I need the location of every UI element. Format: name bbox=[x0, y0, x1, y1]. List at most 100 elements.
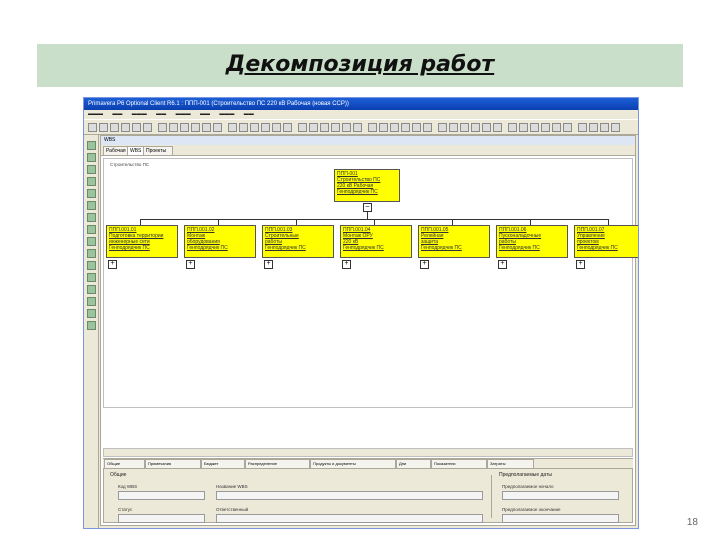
toolbar-button-icon[interactable] bbox=[121, 123, 130, 132]
toolbar-button-icon[interactable] bbox=[143, 123, 152, 132]
toolbar-button-icon[interactable] bbox=[110, 123, 119, 132]
sidebar-tool-icon[interactable] bbox=[87, 153, 96, 162]
toolbar-button-icon[interactable] bbox=[239, 123, 248, 132]
toolbar-button-icon[interactable] bbox=[438, 123, 447, 132]
responsible-field[interactable] bbox=[216, 514, 483, 523]
toolbar-button-icon[interactable] bbox=[493, 123, 502, 132]
toolbar-button-icon[interactable] bbox=[412, 123, 421, 132]
node-line: Генподрядчик ПС bbox=[109, 245, 150, 251]
toolbar-button-icon[interactable] bbox=[298, 123, 307, 132]
toolbar-button-icon[interactable] bbox=[331, 123, 340, 132]
toolbar-button-icon[interactable] bbox=[213, 123, 222, 132]
status-select[interactable] bbox=[118, 514, 205, 523]
toolbar-button-icon[interactable] bbox=[202, 123, 211, 132]
sidebar-tool-icon[interactable] bbox=[87, 141, 96, 150]
toolbar-button-icon[interactable] bbox=[99, 123, 108, 132]
wbs-child-node[interactable]: ППП.001.04 Монтаж ОРУ 220 кВ Генподрядчик П… bbox=[340, 225, 412, 258]
menu-item[interactable]: ▬▬▬ bbox=[132, 111, 147, 117]
toolbar-button-icon[interactable] bbox=[342, 123, 351, 132]
horizontal-scrollbar[interactable] bbox=[103, 448, 633, 457]
toolbar-button-icon[interactable] bbox=[250, 123, 259, 132]
toolbar-button-icon[interactable] bbox=[552, 123, 561, 132]
tab-projects[interactable]: Проекты bbox=[143, 146, 173, 155]
menu-item[interactable]: ▬▬▬ bbox=[219, 111, 234, 117]
toolbar-button-icon[interactable] bbox=[191, 123, 200, 132]
toolbar-button-icon[interactable] bbox=[611, 123, 620, 132]
toolbar-button-icon[interactable] bbox=[132, 123, 141, 132]
sidebar-tool-icon[interactable] bbox=[87, 225, 96, 234]
wbs-code-field[interactable] bbox=[118, 491, 205, 500]
toolbar-button-icon[interactable] bbox=[368, 123, 377, 132]
window-titlebar[interactable]: Primavera P6 Optional Client R6.1 : ППП-… bbox=[84, 98, 638, 110]
sidebar-tool-icon[interactable] bbox=[87, 177, 96, 186]
expand-node-button[interactable]: + bbox=[498, 260, 507, 269]
expand-node-button[interactable]: + bbox=[264, 260, 273, 269]
expand-node-button[interactable]: + bbox=[186, 260, 195, 269]
anticipated-finish-field[interactable] bbox=[502, 514, 619, 523]
toolbar-button-icon[interactable] bbox=[563, 123, 572, 132]
toolbar-button-icon[interactable] bbox=[158, 123, 167, 132]
sidebar-tool-icon[interactable] bbox=[87, 189, 96, 198]
toolbar-button-icon[interactable] bbox=[508, 123, 517, 132]
menu-item[interactable]: ▬▬ bbox=[156, 111, 166, 117]
menu-item[interactable]: ▬▬ bbox=[200, 111, 210, 117]
sidebar-tool-icon[interactable] bbox=[87, 297, 96, 306]
toolbar-button-icon[interactable] bbox=[578, 123, 587, 132]
sidebar-tool-icon[interactable] bbox=[87, 165, 96, 174]
sidebar-tool-icon[interactable] bbox=[87, 237, 96, 246]
wbs-root-node[interactable]: ППП-001 Строительство ПС 220 кВ Рабочая … bbox=[334, 169, 400, 202]
toolbar-button-icon[interactable] bbox=[460, 123, 469, 132]
sidebar-tool-icon[interactable] bbox=[87, 321, 96, 330]
app-window: Primavera P6 Optional Client R6.1 : ППП-… bbox=[83, 97, 639, 529]
toolbar-button-icon[interactable] bbox=[449, 123, 458, 132]
sidebar-tool-icon[interactable] bbox=[87, 285, 96, 294]
anticipated-start-field[interactable] bbox=[502, 491, 619, 500]
menubar[interactable]: ▬▬▬ ▬▬ ▬▬▬ ▬▬ ▬▬▬ ▬▬ ▬▬▬ ▬▬ bbox=[84, 110, 638, 119]
collapse-root-button[interactable]: – bbox=[363, 203, 372, 212]
toolbar-button-icon[interactable] bbox=[261, 123, 270, 132]
expand-node-button[interactable]: + bbox=[342, 260, 351, 269]
toolbar-button-icon[interactable] bbox=[401, 123, 410, 132]
expand-node-button[interactable]: + bbox=[420, 260, 429, 269]
wbs-child-node[interactable]: ППП.001.02 Монтаж оборудования Генподрядчик… bbox=[184, 225, 256, 258]
toolbar-button-icon[interactable] bbox=[309, 123, 318, 132]
toolbar-button-icon[interactable] bbox=[519, 123, 528, 132]
sidebar-tool-icon[interactable] bbox=[87, 201, 96, 210]
sidebar-tool-icon[interactable] bbox=[87, 273, 96, 282]
toolbar-button-icon[interactable] bbox=[541, 123, 550, 132]
toolbar-button-icon[interactable] bbox=[482, 123, 491, 132]
toolbar-button-icon[interactable] bbox=[530, 123, 539, 132]
toolbar-button-icon[interactable] bbox=[423, 123, 432, 132]
menu-item[interactable]: ▬▬ bbox=[244, 111, 254, 117]
toolbar-button-icon[interactable] bbox=[283, 123, 292, 132]
sidebar-tool-icon[interactable] bbox=[87, 261, 96, 270]
toolbar-button-icon[interactable] bbox=[600, 123, 609, 132]
toolbar-button-icon[interactable] bbox=[353, 123, 362, 132]
menu-item[interactable]: ▬▬▬ bbox=[88, 111, 103, 117]
expand-node-button[interactable]: + bbox=[108, 260, 117, 269]
wbs-child-node[interactable]: ППП.001.03 Строительные работы Генподрядчик… bbox=[262, 225, 334, 258]
toolbar-button-icon[interactable] bbox=[169, 123, 178, 132]
wbs-child-node[interactable]: ППП.001.06 Пусконаладочные работы Генподряд… bbox=[496, 225, 568, 258]
wbs-name-field[interactable] bbox=[216, 491, 483, 500]
toolbar-button-icon[interactable] bbox=[320, 123, 329, 132]
node-line: Генподрядчик ПС bbox=[337, 189, 378, 195]
sidebar-tool-icon[interactable] bbox=[87, 249, 96, 258]
toolbar-button-icon[interactable] bbox=[379, 123, 388, 132]
toolbar-button-icon[interactable] bbox=[471, 123, 480, 132]
sidebar-tool-icon[interactable] bbox=[87, 213, 96, 222]
wbs-child-node[interactable]: ППП.001.05 Релейная защита Генподрядчик ПС bbox=[418, 225, 490, 258]
toolbar-button-icon[interactable] bbox=[228, 123, 237, 132]
menu-item[interactable]: ▬▬ bbox=[112, 111, 122, 117]
menu-item[interactable]: ▬▬▬ bbox=[176, 111, 191, 117]
toolbar-button-icon[interactable] bbox=[272, 123, 281, 132]
toolbar-button-icon[interactable] bbox=[390, 123, 399, 132]
wbs-child-node[interactable]: ППП.001.07 Управление проектом Генподрядчик… bbox=[574, 225, 638, 258]
expand-node-button[interactable]: + bbox=[576, 260, 585, 269]
toolbar-button-icon[interactable] bbox=[180, 123, 189, 132]
toolbar-button-icon[interactable] bbox=[88, 123, 97, 132]
detail-tab-strip: Общие Примечания Бюджет Распределение Продук… bbox=[103, 458, 633, 469]
wbs-child-node[interactable]: ППП.001.01 Подготовка территории инженерны… bbox=[106, 225, 178, 258]
toolbar-button-icon[interactable] bbox=[589, 123, 598, 132]
sidebar-tool-icon[interactable] bbox=[87, 309, 96, 318]
